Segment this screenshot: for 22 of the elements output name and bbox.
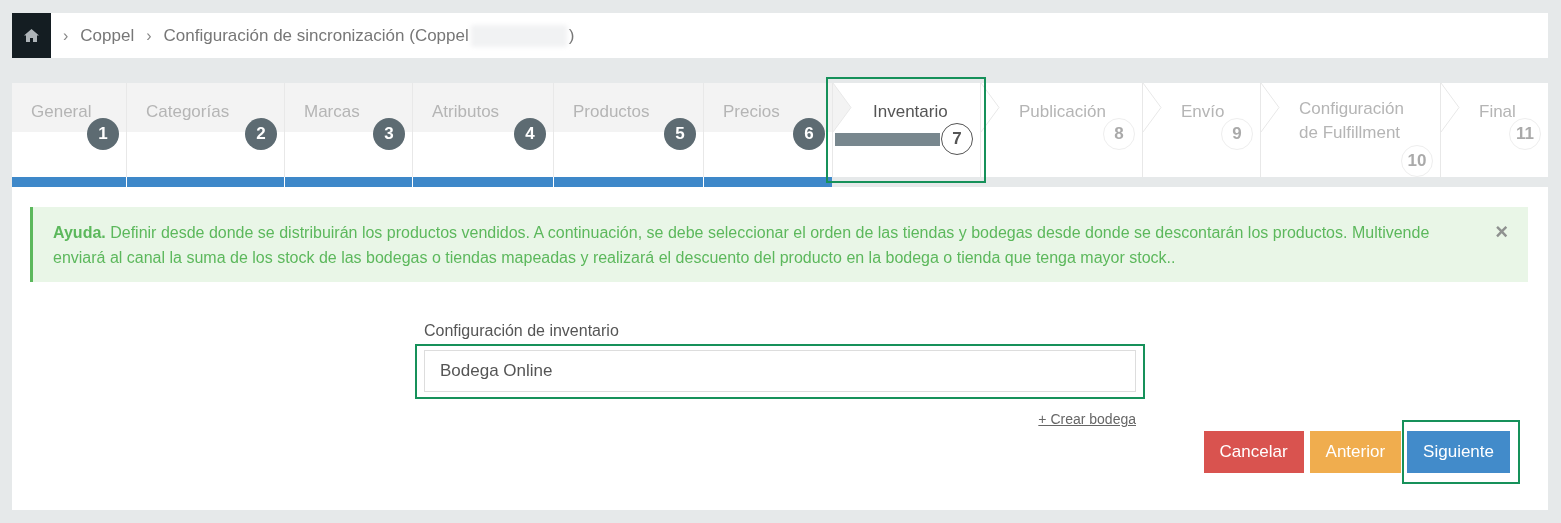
breadcrumb-item: ): [568, 25, 575, 46]
help-message: Ayuda. Definir desde donde se distribuirán los productos vendidos. A continuación, se debe seleccionar el orden de las tiendas y bodegas desde donde se descontarán los productos. Multivende enviará al canal la suma de los stock de las bodegas o tiendas mapeadas y realizará el descuento del producto en la bodega o tienda que tenga mayor stock..: [53, 223, 1431, 268]
action-button[interactable]: Anterior: [1309, 431, 1402, 473]
action-button[interactable]: Siguiente: [1407, 431, 1510, 473]
action-button[interactable]: Cancelar: [1203, 431, 1304, 473]
step-number: 3: [373, 118, 405, 150]
step-number: 6: [793, 118, 825, 150]
step-number: 2: [245, 118, 277, 150]
inventory-field[interactable]: Bodega Online: [424, 350, 1136, 392]
step-number: 4: [514, 118, 546, 150]
field-label: Configuración de inventario: [424, 322, 620, 340]
step-number: 1: [87, 118, 119, 150]
step-number: 5: [664, 118, 696, 150]
breadcrumb-item[interactable]: Coppel: [80, 25, 135, 46]
step-number: 7: [941, 123, 973, 155]
create-warehouse-link[interactable]: + Crear bodega: [1038, 411, 1136, 427]
breadcrumb-item: Configuración de sincronización (Coppel: [163, 25, 469, 46]
breadcrumb-separator: ›: [146, 26, 152, 45]
breadcrumb-separator: ›: [63, 26, 69, 45]
home-icon[interactable]: [24, 29, 39, 42]
step-label[interactable]: Configuración de Fulfillment: [1261, 83, 1424, 145]
close-button[interactable]: ×: [1495, 220, 1508, 270]
